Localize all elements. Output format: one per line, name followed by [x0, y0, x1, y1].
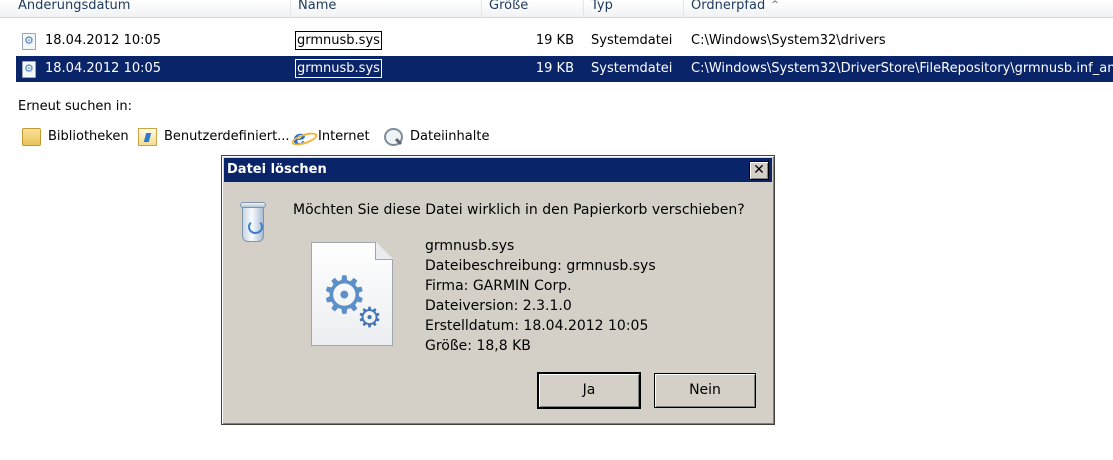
search-location-label: Benutzerdefiniert...	[164, 129, 290, 144]
file-info-name: grmnusb.sys	[425, 238, 515, 254]
row-name[interactable]: grmnusb.sys	[295, 56, 382, 82]
custom-folder-icon	[138, 128, 157, 146]
column-header-bar: Änderungsdatum Name Größe Typ Ordnerpfad…	[0, 0, 1113, 18]
file-info-description: Dateibeschreibung: grmnusb.sys	[425, 258, 656, 274]
close-icon: ✕	[753, 162, 765, 178]
libraries-icon	[22, 128, 41, 146]
file-info-size: Größe: 18,8 KB	[425, 338, 531, 354]
search-location-libraries[interactable]: Bibliotheken	[22, 126, 129, 148]
delete-file-dialog: Datei löschen ✕ Möchten Sie diese Datei …	[221, 155, 775, 425]
column-header-date-label: Änderungsdatum	[18, 0, 131, 13]
file-contents-search-icon	[384, 128, 403, 146]
column-header-type[interactable]: Typ	[584, 0, 684, 18]
dialog-title: Datei löschen	[227, 162, 327, 177]
column-header-name-label: Name	[298, 0, 337, 13]
row-path: C:\Windows\System32\drivers	[691, 33, 886, 48]
column-header-type-label: Typ	[591, 0, 613, 13]
file-info-version: Dateiversion: 2.3.1.0	[425, 298, 572, 314]
column-header-path[interactable]: Ordnerpfad ^	[684, 0, 1113, 18]
search-again-label: Erneut suchen in:	[18, 99, 133, 114]
row-type: Systemdatei	[591, 33, 673, 48]
recycle-bin-icon	[238, 200, 268, 244]
row-size: 19 KB	[535, 61, 574, 76]
search-location-internet[interactable]: e Internet	[293, 126, 373, 148]
column-header-path-label: Ordnerpfad	[691, 0, 766, 13]
file-info-created: Erstelldatum: 18.04.2012 10:05	[425, 318, 649, 334]
system-file-icon	[22, 33, 36, 50]
file-info: grmnusb.sys Dateibeschreibung: grmnusb.s…	[425, 236, 656, 356]
file-info-company: Firma: GARMIN Corp.	[425, 278, 572, 294]
column-header-size[interactable]: Größe	[482, 0, 584, 18]
dialog-question: Möchten Sie diese Datei wirklich in den …	[293, 202, 745, 218]
search-location-file-contents[interactable]: Dateiinhalte	[384, 126, 489, 148]
system-file-icon	[22, 61, 36, 78]
sort-ascending-icon: ^	[771, 0, 779, 10]
row-name-text: grmnusb.sys	[295, 31, 382, 50]
close-button[interactable]: ✕	[749, 161, 769, 180]
table-row[interactable]: 18.04.2012 10:05 grmnusb.sys 19 KB Syste…	[16, 28, 1113, 54]
yes-button[interactable]: Ja	[537, 372, 641, 409]
search-location-custom[interactable]: Benutzerdefiniert...	[138, 126, 290, 148]
system-file-large-icon: ⚙ ⚙	[311, 242, 393, 346]
row-size: 19 KB	[535, 33, 574, 48]
search-location-label: Internet	[318, 129, 370, 144]
column-header-size-label: Größe	[489, 0, 529, 13]
row-date: 18.04.2012 10:05	[45, 33, 162, 48]
search-location-label: Dateiinhalte	[410, 129, 490, 144]
table-row-selected[interactable]: 18.04.2012 10:05 grmnusb.sys 19 KB Syste…	[16, 56, 1113, 82]
row-date: 18.04.2012 10:05	[45, 61, 162, 76]
internet-explorer-icon: e	[293, 127, 312, 147]
search-location-label: Bibliotheken	[48, 129, 129, 144]
row-name-text: grmnusb.sys	[295, 59, 382, 78]
no-button[interactable]: Nein	[654, 373, 756, 408]
dialog-titlebar[interactable]: Datei löschen ✕	[224, 158, 772, 182]
row-path: C:\Windows\System32\DriverStore\FileRepo…	[691, 61, 1113, 76]
row-type: Systemdatei	[591, 61, 673, 76]
column-header-name[interactable]: Name	[291, 0, 482, 18]
column-header-date[interactable]: Änderungsdatum	[11, 0, 291, 18]
row-name[interactable]: grmnusb.sys	[295, 28, 382, 54]
